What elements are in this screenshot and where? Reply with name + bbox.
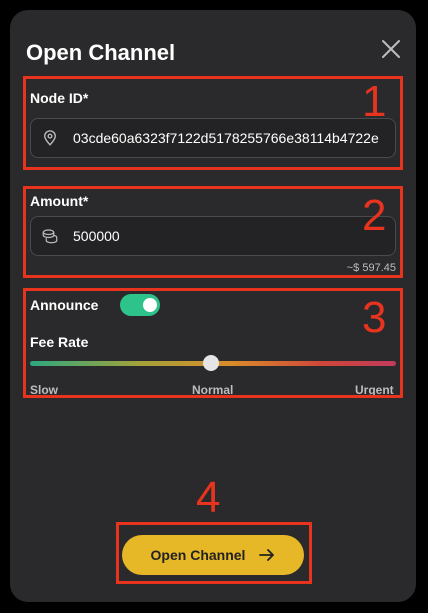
- close-icon[interactable]: [379, 37, 403, 61]
- annotation-number-2: 2: [362, 191, 387, 240]
- annotation-box-2: [23, 186, 403, 278]
- annotation-number-1: 1: [362, 77, 387, 126]
- annotation-number-4: 4: [196, 473, 221, 522]
- annotation-box-3: [23, 288, 403, 398]
- annotation-box-4: [116, 522, 312, 584]
- annotation-number-3: 3: [362, 293, 387, 342]
- annotation-box-1: [23, 76, 403, 170]
- modal-title: Open Channel: [26, 40, 176, 65]
